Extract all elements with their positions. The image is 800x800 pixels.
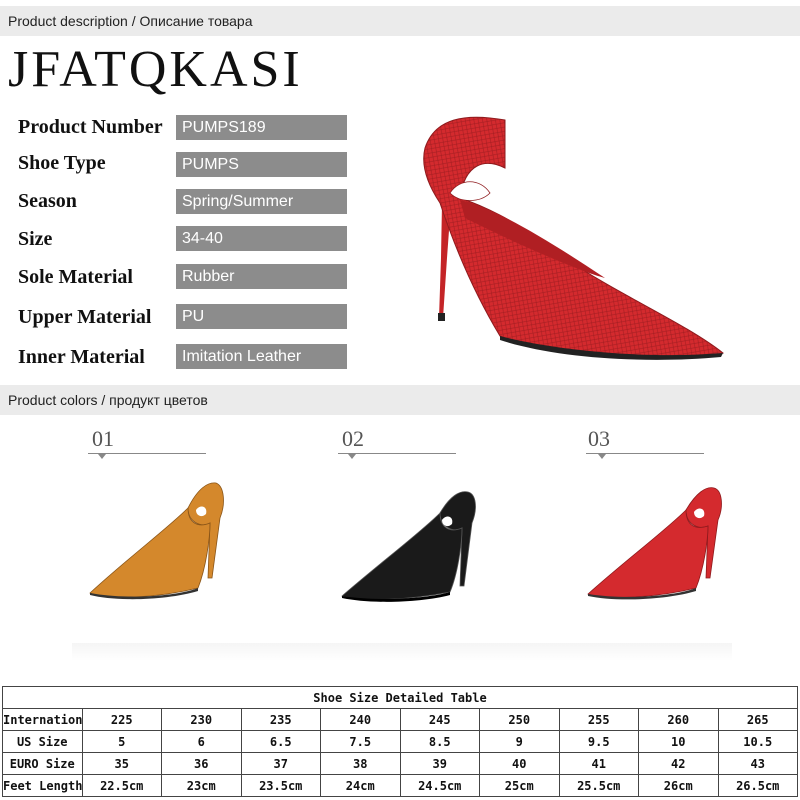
spec-value-inner-material: Imitation Leather [176, 344, 347, 369]
table-cell: 43 [717, 752, 798, 775]
caret-down-icon [98, 454, 106, 459]
caret-down-icon [598, 454, 606, 459]
table-cell: 250 [479, 708, 560, 731]
table-cell: 40 [479, 752, 560, 775]
spec-value-season: Spring/Summer [176, 189, 347, 214]
table-cell: 235 [240, 708, 321, 731]
hero-shoe-image [423, 116, 724, 360]
product-description-header: Product description / Описание товара [0, 6, 800, 36]
table-cell: 9 [479, 730, 560, 753]
table-cell: 10.5 [717, 730, 798, 753]
brand-logo: JFATQKASI [8, 41, 303, 98]
table-row: US Size 5 6 6.5 7.5 8.5 9 9.5 10 10.5 [2, 730, 798, 753]
table-cell: 6 [161, 730, 242, 753]
table-cell: 26.5cm [717, 774, 798, 797]
size-table-caption: Shoe Size Detailed Table [2, 686, 798, 709]
spec-label-product-number: Product Number [18, 116, 163, 138]
spec-label-season: Season [18, 190, 77, 212]
table-cell: 245 [399, 708, 480, 731]
table-cell: 240 [320, 708, 401, 731]
table-cell: 24cm [320, 774, 401, 797]
table-cell: 38 [320, 752, 401, 775]
spec-label-shoe-type: Shoe Type [18, 152, 106, 174]
table-cell: 225 [81, 708, 162, 731]
product-colors-header: Product colors / продукт цветов [0, 385, 800, 415]
spec-value-shoe-type: PUMPS [176, 152, 347, 177]
spec-value-sole-material: Rubber [176, 264, 347, 289]
table-row: Feet Length 22.5cm 23cm 23.5cm 24cm 24.5… [2, 774, 798, 797]
table-cell: 9.5 [558, 730, 639, 753]
shoe-variant-01-image [89, 482, 224, 600]
table-cell: 25cm [479, 774, 560, 797]
table-cell: 6.5 [240, 730, 321, 753]
spec-value-product-number: PUMPS189 [176, 115, 347, 140]
size-table: Shoe Size Detailed Table International S… [2, 686, 798, 797]
table-cell: 39 [399, 752, 480, 775]
table-cell: 10 [638, 730, 719, 753]
table-cell: 24.5cm [399, 774, 480, 797]
color-number-02: 02 [342, 426, 364, 451]
table-cell: 22.5cm [81, 774, 162, 797]
table-row: EURO Size 35 36 37 38 39 40 41 42 43 [2, 752, 798, 775]
row-label-us-size: US Size [2, 730, 83, 753]
table-cell: 23cm [161, 774, 242, 797]
spec-label-inner-material: Inner Material [18, 346, 145, 368]
table-cell: 7.5 [320, 730, 401, 753]
table-cell: 35 [81, 752, 162, 775]
table-cell: 265 [717, 708, 798, 731]
spec-label-size: Size [18, 228, 53, 250]
shoe-variant-03-image [587, 487, 722, 600]
table-cell: 26cm [638, 774, 719, 797]
table-cell: 230 [161, 708, 242, 731]
table-cell: 25.5cm [558, 774, 639, 797]
spec-label-sole-material: Sole Material [18, 266, 133, 288]
table-cell: 41 [558, 752, 639, 775]
color-number-03: 03 [588, 426, 610, 451]
table-cell: 37 [240, 752, 321, 775]
caret-down-icon [348, 454, 356, 459]
table-cell: 42 [638, 752, 719, 775]
table-row: International Size 225 230 235 240 245 2… [2, 708, 798, 731]
row-label-feet-length: Feet Length [2, 774, 83, 797]
shoe-variant-02-image [341, 491, 476, 602]
table-cell: 5 [81, 730, 162, 753]
table-cell: 255 [558, 708, 639, 731]
spec-value-upper-material: PU [176, 304, 347, 329]
spec-label-upper-material: Upper Material [18, 306, 152, 328]
table-cell: 36 [161, 752, 242, 775]
row-label-euro-size: EURO Size [2, 752, 83, 775]
table-cell: 8.5 [399, 730, 480, 753]
color-number-01: 01 [92, 426, 114, 451]
table-cell: 260 [638, 708, 719, 731]
row-label-international-size: International Size [2, 708, 83, 731]
product-shadow [72, 643, 732, 661]
spec-value-size: 34-40 [176, 226, 347, 251]
table-cell: 23.5cm [240, 774, 321, 797]
